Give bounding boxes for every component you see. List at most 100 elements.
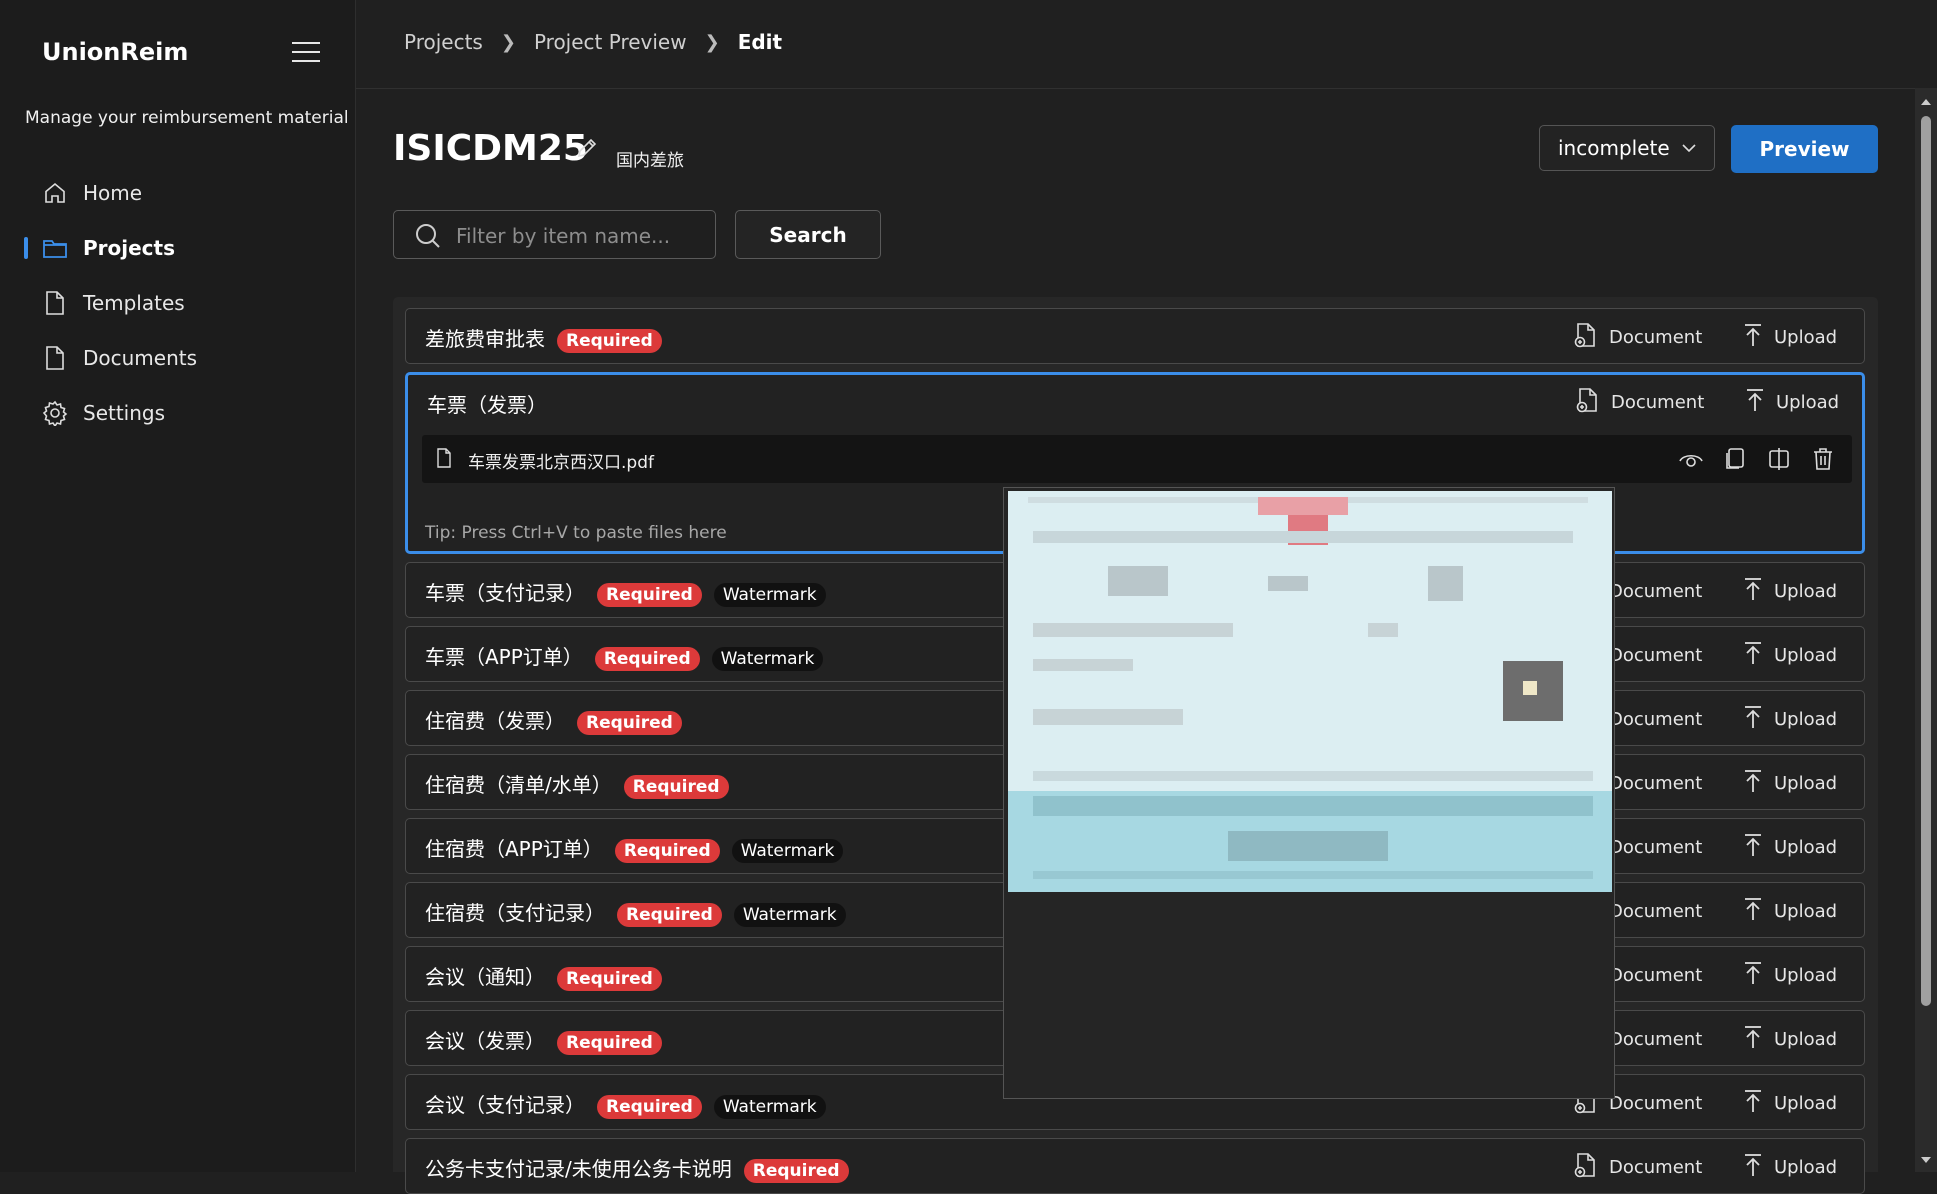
file-name: 车票发票北京西汉口.pdf [468, 453, 654, 473]
document-label: Document [1611, 392, 1705, 413]
scroll-up-icon[interactable] [1920, 96, 1932, 108]
project-category: 国内差旅 [616, 151, 684, 171]
upload-button[interactable]: Upload [1742, 1152, 1837, 1183]
folder-icon [42, 235, 68, 261]
app-title: UnionReim [42, 38, 189, 66]
upload-label: Upload [1774, 901, 1838, 922]
trash-icon[interactable] [1810, 446, 1836, 472]
document-label: Document [1609, 709, 1703, 730]
item-name: 住宿费（APP订单） Required Watermark [425, 833, 844, 863]
upload-label: Upload [1774, 327, 1838, 348]
home-icon [42, 180, 68, 206]
required-badge: Required [594, 646, 700, 671]
upload-icon [1742, 640, 1774, 671]
upload-label: Upload [1774, 773, 1838, 794]
invoice-preview-image [1008, 491, 1612, 892]
item-label: 车票（支付记录） [425, 581, 585, 605]
hamburger-menu-icon[interactable] [292, 42, 320, 62]
document-button[interactable]: Document [1573, 322, 1702, 353]
scroll-thumb[interactable] [1921, 116, 1931, 1006]
upload-icon [1742, 832, 1774, 863]
upload-label: Upload [1774, 645, 1838, 666]
item-label: 差旅费审批表 [425, 327, 545, 351]
document-button[interactable]: Document [1573, 1152, 1702, 1183]
document-button[interactable]: Document [1575, 387, 1704, 418]
item-name: 住宿费（发票） Required [425, 705, 682, 735]
required-badge: Required [557, 328, 662, 353]
upload-label: Upload [1774, 1157, 1838, 1178]
item-name: 会议（支付记录） Required Watermark [425, 1089, 826, 1119]
document-label: Document [1609, 965, 1703, 986]
required-badge: Required [557, 1030, 662, 1055]
upload-icon [1744, 387, 1776, 418]
upload-button[interactable]: Upload [1742, 640, 1837, 671]
required-badge: Required [577, 710, 682, 735]
paste-tip: Tip: Press Ctrl+V to paste files here [425, 523, 727, 543]
copy-icon[interactable] [1722, 446, 1748, 472]
add-document-icon [1573, 322, 1609, 353]
watermark-badge: Watermark [713, 582, 826, 607]
document-label: Document [1609, 581, 1703, 602]
file-preview-popup [1003, 487, 1615, 1099]
file-entry[interactable]: 车票发票北京西汉口.pdf [422, 435, 1852, 483]
item-name: 住宿费（清单/水单） Required [425, 769, 729, 799]
search-input[interactable] [454, 211, 708, 260]
required-badge: Required [623, 774, 729, 799]
sidebar-item-templates[interactable]: Templates [0, 275, 355, 330]
upload-icon [1742, 1088, 1774, 1119]
required-badge: Required [617, 902, 722, 927]
upload-button[interactable]: Upload [1742, 832, 1837, 863]
upload-button[interactable]: Upload [1742, 768, 1837, 799]
document-label: Document [1609, 901, 1703, 922]
upload-label: Upload [1774, 837, 1838, 858]
item-name: 车票（APP订单） Required Watermark [425, 641, 824, 671]
upload-label: Upload [1776, 392, 1840, 413]
sidebar-item-home[interactable]: Home [0, 165, 355, 220]
item-label: 住宿费（支付记录） [425, 901, 605, 925]
upload-button[interactable]: Upload [1742, 1088, 1837, 1119]
upload-label: Upload [1774, 581, 1838, 602]
app-subtitle: Manage your reimbursement material [25, 108, 349, 128]
breadcrumb-project-preview[interactable]: Project Preview [534, 30, 687, 54]
required-badge: Required [614, 838, 720, 863]
edit-pencil-icon[interactable] [575, 136, 601, 162]
search-button[interactable]: Search [735, 210, 881, 259]
page-title: ISICDM25 [393, 128, 588, 169]
required-badge: Required [597, 1094, 702, 1119]
item-name: 公务卡支付记录/未使用公务卡说明 Required [425, 1153, 849, 1183]
split-icon[interactable] [1766, 446, 1792, 472]
status-dropdown[interactable]: incomplete [1539, 125, 1715, 171]
upload-button[interactable]: Upload [1742, 322, 1837, 353]
item-name: 车票（支付记录） Required Watermark [425, 577, 826, 607]
chevron-right-icon: ❯ [500, 31, 516, 53]
eye-icon[interactable] [1678, 446, 1704, 472]
breadcrumb-edit: Edit [737, 30, 783, 54]
preview-button[interactable]: Preview [1731, 125, 1878, 173]
item-name: 差旅费审批表 Required [425, 323, 662, 353]
scroll-down-icon[interactable] [1920, 1154, 1932, 1166]
upload-label: Upload [1774, 709, 1838, 730]
sidebar-item-projects[interactable]: Projects [0, 220, 355, 275]
watermark-badge: Watermark [731, 838, 844, 863]
item-row[interactable]: 差旅费审批表 Required Document Upload [405, 308, 1865, 364]
active-indicator [24, 237, 28, 259]
status-value: incomplete [1558, 136, 1670, 160]
upload-button[interactable]: Upload [1742, 960, 1837, 991]
item-name: 住宿费（支付记录） Required Watermark [425, 897, 846, 927]
watermark-badge: Watermark [713, 1094, 826, 1119]
item-row[interactable]: 公务卡支付记录/未使用公务卡说明 Required Document Upload [405, 1138, 1865, 1194]
breadcrumb: Projects ❯ Project Preview ❯ Edit [404, 30, 782, 54]
sidebar-item-settings[interactable]: Settings [0, 385, 355, 440]
upload-button[interactable]: Upload [1742, 1024, 1837, 1055]
upload-button[interactable]: Upload [1742, 704, 1837, 735]
scrollbar[interactable] [1915, 88, 1937, 1172]
upload-button[interactable]: Upload [1742, 576, 1837, 607]
document-icon [42, 290, 68, 316]
required-badge: Required [743, 1158, 849, 1183]
upload-label: Upload [1774, 1029, 1838, 1050]
breadcrumb-projects[interactable]: Projects [404, 30, 483, 54]
upload-button[interactable]: Upload [1744, 387, 1839, 418]
upload-button[interactable]: Upload [1742, 896, 1837, 927]
chevron-right-icon: ❯ [704, 31, 720, 53]
sidebar-item-documents[interactable]: Documents [0, 330, 355, 385]
